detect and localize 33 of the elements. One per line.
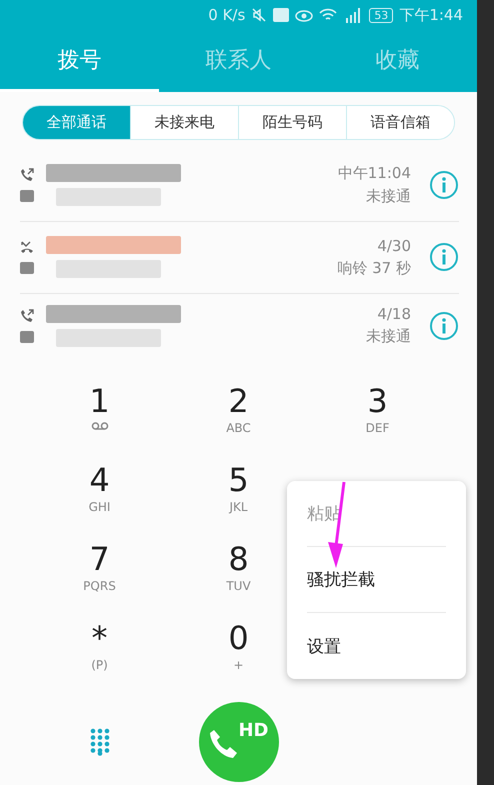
call-time: 中午11:04	[338, 164, 411, 184]
battery-level: 53	[369, 8, 394, 22]
dial-key[interactable]: 0 +	[169, 620, 308, 699]
dial-key[interactable]: 1	[30, 382, 169, 462]
eye-icon	[295, 8, 314, 22]
outgoing-call-icon	[20, 308, 34, 323]
clock: 下午1:44	[399, 6, 463, 24]
info-icon[interactable]	[429, 242, 459, 272]
dial-key[interactable]: * (P)	[30, 620, 169, 699]
info-icon[interactable]	[429, 310, 459, 341]
dial-key[interactable]: 3 DEF	[308, 382, 447, 462]
info-icon[interactable]	[429, 170, 459, 200]
missed-call-icon	[20, 240, 34, 254]
filter-tab[interactable]: 陌生号码	[238, 106, 346, 139]
call-status: 响铃 37 秒	[337, 258, 411, 278]
dial-key[interactable]: 2 ABC	[169, 382, 308, 462]
dial-key[interactable]: 8 TUV	[169, 540, 308, 620]
dialpad-icon[interactable]	[90, 728, 110, 756]
dial-key[interactable]: 4 GHI	[30, 462, 169, 541]
filter-tab[interactable]: 未接来电	[130, 106, 238, 139]
filter-tab[interactable]: 语音信箱	[346, 106, 454, 139]
mute-icon	[251, 7, 268, 23]
call-time: 4/18	[377, 305, 411, 324]
dial-key[interactable]: 5 JKL	[169, 462, 308, 541]
network-speed: 0 K/s	[208, 6, 246, 24]
call-status: 未接通	[366, 187, 411, 206]
call-time: 4/30	[377, 236, 411, 255]
wifi-icon	[319, 8, 338, 22]
outgoing-call-icon	[20, 168, 34, 182]
call-status: 未接通	[366, 327, 411, 346]
dial-key[interactable]: 7 PQRS	[30, 540, 169, 620]
voicemail-icon	[90, 420, 108, 431]
menu-item[interactable]: 设置	[307, 613, 446, 679]
